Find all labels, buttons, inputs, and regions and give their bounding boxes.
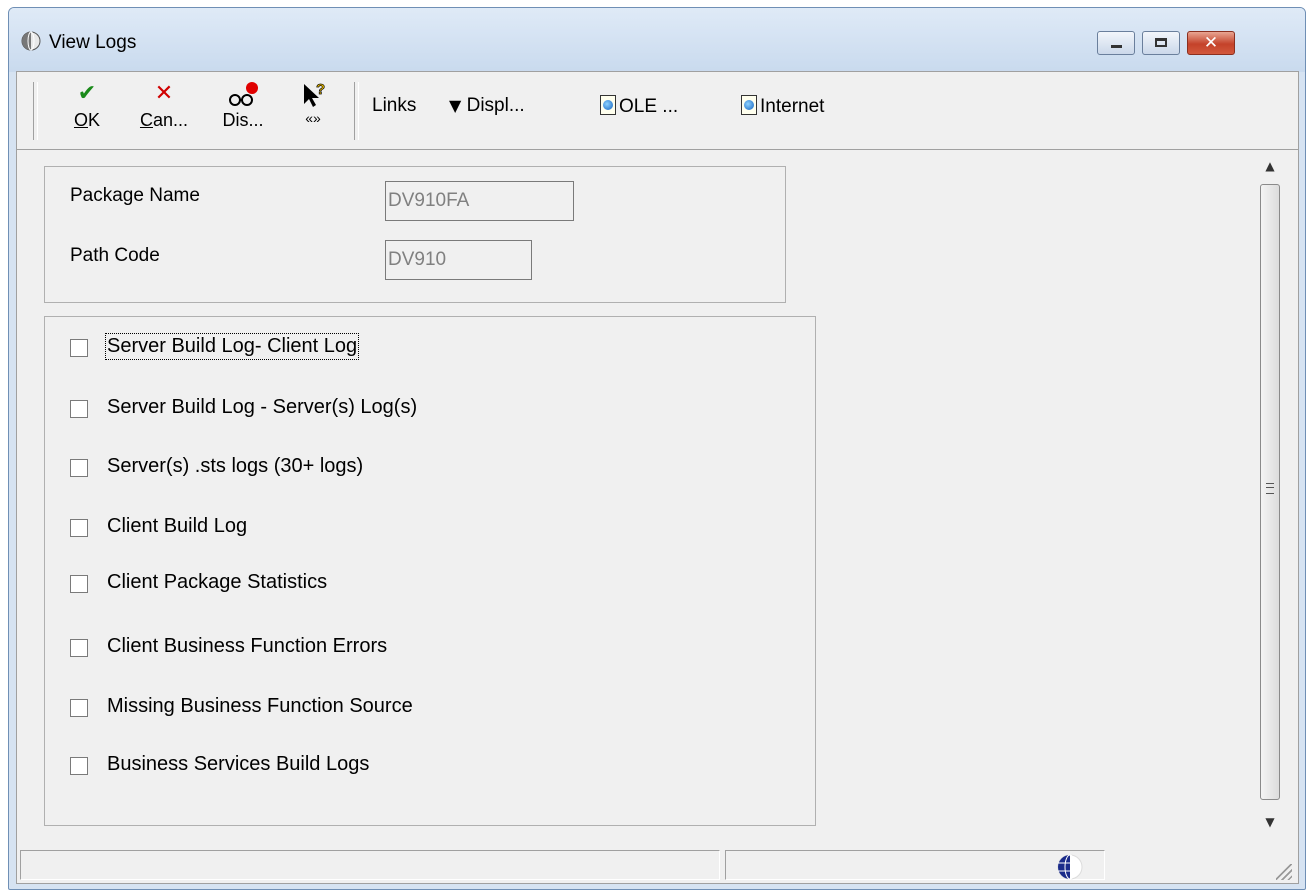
display-label: Dis... xyxy=(222,110,264,130)
log-option-label: Business Services Build Logs xyxy=(107,753,370,775)
glasses-icon xyxy=(229,82,258,106)
links-menu[interactable]: Links xyxy=(372,95,416,117)
log-option-label: Server Build Log- Client Log xyxy=(104,333,360,360)
scroll-up-arrow-icon[interactable]: ▲ xyxy=(1258,154,1282,178)
checkbox[interactable] xyxy=(70,459,88,477)
log-option-label: Server Build Log - Server(s) Log(s) xyxy=(107,396,418,418)
view-logs-window: View Logs ✕ ✔ OK ✕ Can... Dis... ? «» Li… xyxy=(8,7,1306,890)
status-pane-message xyxy=(20,850,720,880)
document-globe-icon xyxy=(600,95,616,115)
package-name-label: Package Name xyxy=(70,185,200,206)
log-option-label: Server(s) .sts logs (30+ logs) xyxy=(107,455,364,477)
log-option-label: Client Build Log xyxy=(107,515,248,537)
resize-grip-icon[interactable] xyxy=(1276,864,1292,880)
help-label: «» xyxy=(305,110,321,126)
document-globe-icon xyxy=(741,95,757,115)
jde-globe-icon xyxy=(1057,854,1083,880)
checkbox[interactable] xyxy=(70,699,88,717)
minimize-icon xyxy=(1111,45,1122,48)
help-pointer-icon: ? xyxy=(304,81,326,107)
display-menu-label: Displ... xyxy=(466,95,525,116)
ole-link[interactable]: OLE ... xyxy=(600,95,678,118)
checkbox[interactable] xyxy=(70,519,88,537)
scrollbar-thumb[interactable] xyxy=(1260,184,1280,800)
toolbar-separator xyxy=(354,82,359,140)
checkmark-icon: ✔ xyxy=(77,81,97,106)
log-options-group: Server Build Log- Client Log Server Buil… xyxy=(44,316,816,826)
help-button[interactable]: ? «» xyxy=(289,80,337,126)
svg-text:?: ? xyxy=(316,81,325,98)
toolbar: ✔ OK ✕ Can... Dis... ? «» Links ▼ Displ.… xyxy=(17,72,1298,150)
maximize-icon xyxy=(1155,38,1167,47)
internet-link[interactable]: Internet xyxy=(741,95,824,118)
cancel-button[interactable]: ✕ Can... xyxy=(129,80,199,131)
x-icon: ✕ xyxy=(154,81,174,106)
internet-label: Internet xyxy=(760,96,825,117)
cancel-label: an... xyxy=(152,110,189,130)
checkbox[interactable] xyxy=(70,400,88,418)
header-fields-group: Package Name DV910FA Path Code DV910 xyxy=(44,166,786,303)
log-option-label: Client Business Function Errors xyxy=(107,635,388,657)
ok-label: K xyxy=(88,110,101,130)
package-name-field[interactable]: DV910FA xyxy=(385,181,574,221)
log-option-label: Client Package Statistics xyxy=(107,571,328,593)
display-button[interactable]: Dis... xyxy=(212,80,274,131)
toolbar-grip[interactable] xyxy=(33,82,38,140)
maximize-button[interactable] xyxy=(1142,31,1180,55)
status-pane-info xyxy=(725,850,1105,880)
title-bar[interactable]: View Logs ✕ xyxy=(9,8,1305,72)
status-bar xyxy=(17,846,1298,884)
form-client-area: ✔ OK ✕ Can... Dis... ? «» Links ▼ Displ.… xyxy=(16,71,1299,884)
checkbox[interactable] xyxy=(70,339,88,357)
grip-lines-icon xyxy=(1266,483,1274,494)
close-button[interactable]: ✕ xyxy=(1187,31,1235,55)
scroll-down-arrow-icon[interactable]: ▼ xyxy=(1258,810,1282,834)
dropdown-arrow-icon: ▼ xyxy=(449,96,462,115)
close-icon: ✕ xyxy=(1203,33,1219,53)
display-menu[interactable]: ▼ Displ... xyxy=(449,95,525,117)
checkbox[interactable] xyxy=(70,639,88,657)
minimize-button[interactable] xyxy=(1097,31,1135,55)
log-option-label: Missing Business Function Source xyxy=(107,695,413,717)
path-code-label: Path Code xyxy=(70,245,160,266)
vertical-scrollbar[interactable]: ▲ ▼ xyxy=(1258,150,1282,836)
ok-accel: O xyxy=(73,110,88,130)
ok-button[interactable]: ✔ OK xyxy=(67,80,107,131)
cancel-accel: C xyxy=(139,110,153,130)
app-globe-icon xyxy=(21,31,41,51)
checkbox[interactable] xyxy=(70,575,88,593)
checkbox[interactable] xyxy=(70,757,88,775)
window-title: View Logs xyxy=(49,32,137,53)
path-code-field[interactable]: DV910 xyxy=(385,240,532,280)
ole-label: OLE ... xyxy=(619,96,679,117)
